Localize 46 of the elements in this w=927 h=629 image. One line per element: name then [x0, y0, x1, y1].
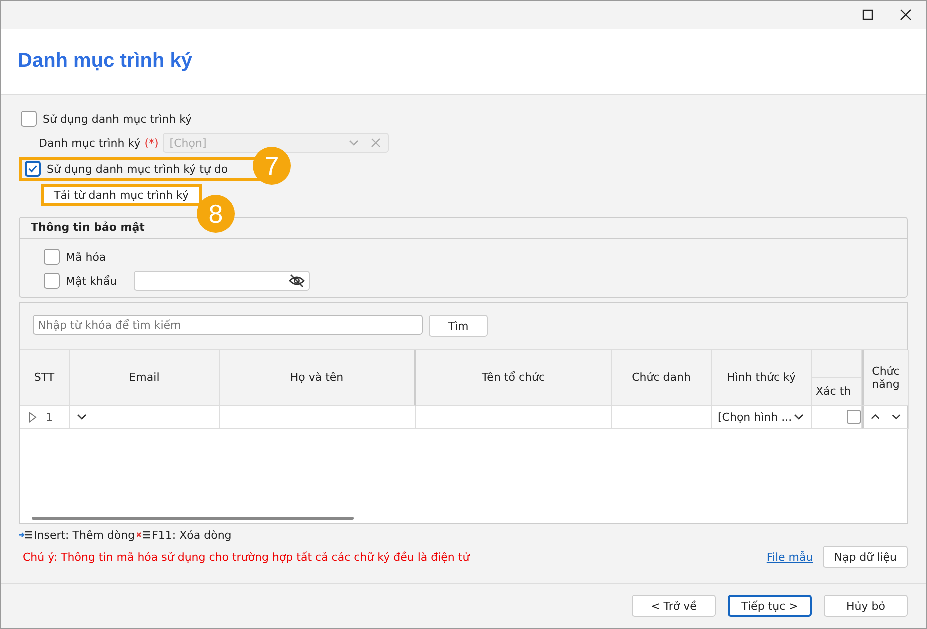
checkbox[interactable] — [44, 249, 60, 265]
sign-type-dropdown[interactable]: [Chọn hình ... — [712, 406, 812, 429]
column-header: Chức năng — [862, 350, 909, 406]
checkbox[interactable] — [25, 161, 41, 177]
delete-row-icon — [137, 530, 150, 540]
checkbox[interactable] — [847, 410, 861, 424]
callout-badge: 7 — [253, 147, 291, 185]
checkbox-label: Mật khẩu — [66, 274, 118, 288]
column-header: Hình thức ký — [712, 350, 812, 406]
checkbox-label: Sử dụng danh mục trình ký — [43, 112, 192, 126]
password-field[interactable] — [134, 271, 310, 291]
column-header: Email — [70, 350, 220, 406]
column-header: Họ và tên — [220, 350, 416, 406]
column-header: Tên tổ chức — [416, 350, 612, 406]
column-header: Chức danh — [612, 350, 712, 406]
row-number: 1 — [46, 410, 53, 424]
clear-icon[interactable] — [370, 137, 382, 149]
import-button[interactable]: Nạp dữ liệu — [823, 546, 908, 568]
sample-file-link[interactable]: File mẫu — [766, 550, 814, 564]
search-field[interactable]: Nhập từ khóa để tìm kiếm — [33, 315, 423, 335]
warning-note: Chú ý: Thông tin mã hóa sử dụng cho trường hợp tất cả các chữ ký đều là điện tử — [22, 550, 472, 564]
column-header: Xác th — [812, 378, 862, 406]
window-title: Danh mục trình ký — [18, 50, 192, 73]
footer-button[interactable]: Hủy bỏ — [824, 595, 908, 617]
required-mark: (*) — [144, 136, 159, 150]
row-pointer-icon — [28, 412, 38, 422]
shortcut-hint: F11: Xóa dòng — [152, 528, 232, 542]
close-icon[interactable] — [900, 9, 912, 21]
eye-slash-icon[interactable] — [289, 274, 305, 288]
checkbox-label: Sử dụng danh mục trình ký tự do — [47, 162, 228, 176]
footer-button[interactable]: < Trở về — [632, 595, 716, 617]
column-header: STT — [20, 350, 70, 406]
table-cell[interactable] — [220, 406, 416, 429]
footer-button[interactable]: Tiếp tục > — [728, 595, 812, 617]
add-row-icon — [19, 530, 32, 540]
checkbox[interactable] — [44, 273, 60, 289]
shortcut-hint: Insert: Thêm dòng — [34, 528, 136, 542]
field-label: Danh mục trình ký — [39, 136, 141, 150]
checkbox-label: Mã hóa — [66, 250, 108, 264]
table-cell[interactable] — [612, 406, 712, 429]
table-cell[interactable] — [416, 406, 612, 429]
search-button[interactable]: Tìm — [429, 315, 488, 337]
maximize-icon[interactable] — [862, 9, 874, 21]
load-button[interactable]: Tải từ danh mục trình ký — [41, 184, 202, 206]
scrollbar-thumb[interactable] — [32, 516, 354, 520]
checkbox[interactable] — [21, 111, 37, 127]
